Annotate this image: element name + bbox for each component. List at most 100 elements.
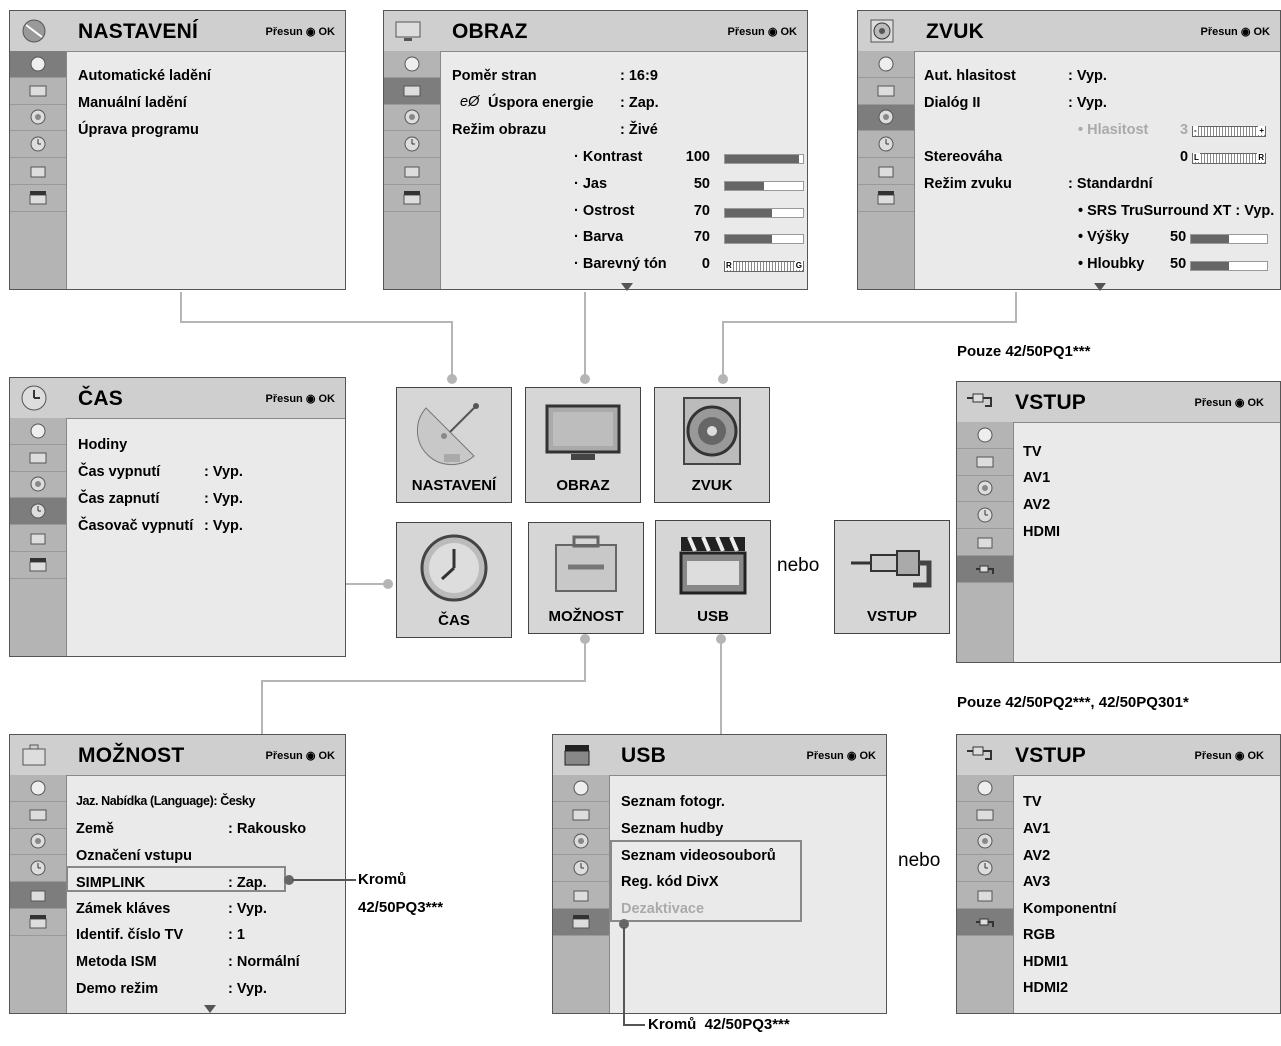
menu-item-label[interactable]: Čas zapnutí <box>78 491 159 507</box>
menu-item-label[interactable]: Země <box>76 821 114 837</box>
menu-sidebar[interactable] <box>957 422 1014 662</box>
menu-sidebar[interactable] <box>10 51 67 289</box>
sidebar-item-audio[interactable] <box>10 105 66 132</box>
menu-item-label[interactable]: Označení vstupu <box>76 848 192 864</box>
sidebar-item-picture[interactable] <box>957 449 1013 476</box>
menu-item-label[interactable]: Úspora energie <box>488 95 594 111</box>
tint-scale[interactable]: R G <box>724 261 804 272</box>
input-source-item[interactable]: AV1 <box>1023 470 1050 486</box>
sidebar-item-option[interactable] <box>553 882 609 909</box>
sidebar-item-time[interactable] <box>10 498 66 526</box>
hub-usb[interactable]: USB <box>655 520 771 634</box>
sidebar-item-audio[interactable] <box>10 829 66 856</box>
sidebar-item-audio[interactable] <box>957 476 1013 503</box>
sidebar-item-time[interactable] <box>10 131 66 159</box>
scroll-down-arrow[interactable] <box>204 1005 216 1013</box>
menu-item-label[interactable]: Čas vypnutí <box>78 464 160 480</box>
menu-sidebar[interactable] <box>858 51 915 289</box>
sidebar-item-audio[interactable] <box>384 105 440 132</box>
sidebar-item-picture[interactable] <box>10 78 66 105</box>
sidebar-item-option[interactable] <box>384 158 440 185</box>
input-source-item[interactable]: AV1 <box>1023 821 1050 837</box>
sidebar-item-setup[interactable] <box>858 51 914 78</box>
slider-label[interactable]: · Jas <box>574 176 607 192</box>
menu-item-label[interactable]: Hodiny <box>78 437 127 453</box>
menu-item-label[interactable]: Identif. číslo TV <box>76 927 183 943</box>
sidebar-item-setup[interactable] <box>957 422 1013 449</box>
slider-label[interactable]: • Výšky <box>1078 229 1129 245</box>
input-source-item[interactable]: AV2 <box>1023 848 1050 864</box>
input-source-item[interactable]: AV2 <box>1023 497 1050 513</box>
menu-sidebar[interactable] <box>10 775 67 1013</box>
menu-item[interactable]: Manuální ladění <box>78 95 187 111</box>
menu-item-label[interactable]: Dialóg II <box>924 95 980 111</box>
slider-label[interactable]: • Hloubky <box>1078 256 1144 272</box>
sidebar-item-setup[interactable] <box>10 418 66 445</box>
slider-label[interactable]: · Barva <box>574 229 623 245</box>
sidebar-item-option[interactable] <box>10 525 66 552</box>
menu-item-label[interactable]: Aut. hlasitost <box>924 68 1016 84</box>
hub-nastaveni[interactable]: NASTAVENÍ <box>396 387 512 503</box>
sidebar-item-usb[interactable] <box>10 552 66 579</box>
sidebar-item-picture[interactable] <box>384 77 440 105</box>
slider-bar[interactable] <box>724 234 804 244</box>
sidebar-item-audio[interactable] <box>957 829 1013 856</box>
slider-label[interactable]: · Barevný tón <box>574 256 667 272</box>
sidebar-item-option[interactable] <box>957 529 1013 556</box>
menu-item-label[interactable]: Metoda ISM <box>76 954 157 970</box>
sidebar-item-setup[interactable] <box>10 51 66 78</box>
slider-bar[interactable] <box>724 154 804 164</box>
sidebar-item-audio[interactable] <box>858 104 914 132</box>
slider-bar[interactable] <box>1190 234 1268 244</box>
menu-item[interactable]: Automatické ladění <box>78 68 211 84</box>
menu-item-label[interactable]: Demo režim <box>76 981 158 997</box>
sidebar-item-setup[interactable] <box>384 51 440 78</box>
sidebar-item-picture[interactable] <box>10 802 66 829</box>
menu-item[interactable]: Úprava programu <box>78 122 199 138</box>
sidebar-item-picture[interactable] <box>553 802 609 829</box>
menu-item-label[interactable]: Poměr stran <box>452 68 537 84</box>
hub-obraz[interactable]: OBRAZ <box>525 387 641 503</box>
sidebar-item-option[interactable] <box>10 882 66 909</box>
menu-item-language[interactable]: Jaz. Nabídka (Language): Česky <box>76 794 255 808</box>
menu-sidebar[interactable] <box>553 775 610 1013</box>
menu-item-label[interactable]: Režim obrazu <box>452 122 546 138</box>
sidebar-item-audio[interactable] <box>10 472 66 499</box>
hub-cas[interactable]: ČAS <box>396 522 512 638</box>
sidebar-item-usb[interactable] <box>553 908 609 936</box>
sidebar-item-time[interactable] <box>957 502 1013 530</box>
menu-sidebar[interactable] <box>10 418 67 656</box>
srs-item[interactable]: • SRS TruSurround XT : Vyp. <box>1078 203 1274 219</box>
menu-item-label[interactable]: Režim zvuku <box>924 176 1012 192</box>
sidebar-item-option[interactable] <box>957 882 1013 909</box>
sidebar-item-usb[interactable] <box>384 185 440 212</box>
input-source-item[interactable]: TV <box>1023 794 1042 810</box>
sidebar-item-time[interactable] <box>957 855 1013 883</box>
input-source-item[interactable]: AV3 <box>1023 874 1050 890</box>
sidebar-item-setup[interactable] <box>553 775 609 802</box>
sidebar-item-option[interactable] <box>858 158 914 185</box>
input-source-item[interactable]: TV <box>1023 444 1042 460</box>
balance-scale[interactable]: L R <box>1192 153 1266 164</box>
input-source-item[interactable]: HDMI1 <box>1023 954 1068 970</box>
sidebar-item-setup[interactable] <box>10 775 66 802</box>
sidebar-item-usb[interactable] <box>858 185 914 212</box>
sidebar-item-picture[interactable] <box>957 802 1013 829</box>
input-source-item[interactable]: HDMI2 <box>1023 980 1068 996</box>
sidebar-item-picture[interactable] <box>10 445 66 472</box>
input-source-item[interactable]: Komponentní <box>1023 901 1116 917</box>
sidebar-item-setup[interactable] <box>957 775 1013 802</box>
sidebar-item-input[interactable] <box>957 555 1013 583</box>
menu-item-label[interactable]: Zámek kláves <box>76 901 170 917</box>
scroll-down-arrow[interactable] <box>621 283 633 291</box>
menu-item-label[interactable]: Stereováha <box>924 149 1002 165</box>
slider-bar[interactable] <box>724 181 804 191</box>
sidebar-item-time[interactable] <box>858 131 914 159</box>
input-source-item[interactable]: RGB <box>1023 927 1055 943</box>
slider-bar[interactable] <box>1190 261 1268 271</box>
hub-moznost[interactable]: MOŽNOST <box>528 522 644 634</box>
sidebar-item-usb[interactable] <box>10 185 66 212</box>
sidebar-item-audio[interactable] <box>553 829 609 856</box>
sidebar-item-time[interactable] <box>553 855 609 883</box>
sidebar-item-usb[interactable] <box>10 909 66 936</box>
